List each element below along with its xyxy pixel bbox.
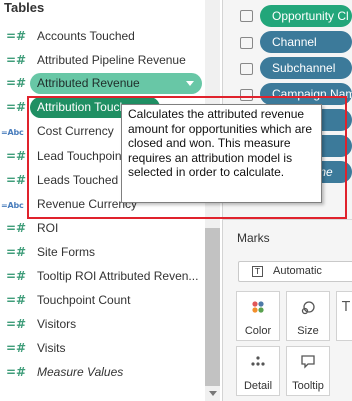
filter-item-icon xyxy=(240,37,253,49)
measure-icon: =# xyxy=(6,317,27,331)
field-attributed-revenue[interactable]: =# Attributed Revenue xyxy=(0,72,205,94)
filter-item-icon xyxy=(240,10,253,22)
field-label: Measure Values xyxy=(37,365,124,379)
chevron-down-icon[interactable] xyxy=(186,81,194,86)
field-attributed-pipeline-revenue[interactable]: =# Attributed Pipeline Revenue xyxy=(0,49,205,71)
filter-pill[interactable]: Channel xyxy=(260,31,352,53)
filter-item-icon xyxy=(240,63,253,75)
field-site-forms[interactable]: =# Site Forms xyxy=(0,241,205,263)
tooltip-button[interactable]: Tooltip xyxy=(286,346,330,396)
field-visits[interactable]: =# Visits xyxy=(0,337,205,359)
field-label: Visitors xyxy=(37,317,77,331)
measure-icon: =# xyxy=(6,149,27,163)
tooltip-icon xyxy=(287,355,329,373)
mark-type-value: Automatic xyxy=(273,265,322,277)
field-visitors[interactable]: =# Visitors xyxy=(0,313,205,335)
field-touchpoint-count[interactable]: =# Touchpoint Count xyxy=(0,289,205,311)
detail-button[interactable]: Detail xyxy=(236,346,280,396)
field-roi[interactable]: =# ROI xyxy=(0,217,205,239)
filter-item-icon xyxy=(240,89,253,101)
marks-card-title: Marks xyxy=(237,231,270,245)
tables-header: Tables xyxy=(4,0,45,15)
field-label: Site Forms xyxy=(37,245,96,259)
field-label: Attributed Pipeline Revenue xyxy=(37,53,186,67)
field-description-tooltip: Calculates the attributed revenue amount… xyxy=(121,104,322,203)
text-button[interactable]: T xyxy=(336,291,352,341)
field-label: Cost Currency xyxy=(37,124,114,138)
mark-type-dropdown[interactable]: T Automatic xyxy=(238,261,352,282)
measure-icon: =# xyxy=(6,221,27,235)
field-label: Lead Touchpoints xyxy=(37,149,131,163)
string-calc-icon: =Abc xyxy=(1,128,24,137)
filter-pill[interactable]: Opportunity Cl xyxy=(260,5,352,27)
detail-icon xyxy=(237,355,279,371)
filter-pill[interactable]: Subchannel xyxy=(260,57,352,79)
size-button[interactable]: Size xyxy=(286,291,330,341)
field-label: Attributed Revenue xyxy=(37,76,140,90)
measure-icon: =# xyxy=(6,245,27,259)
field-label: ROI xyxy=(37,221,59,235)
text-mark-icon: T xyxy=(252,266,263,277)
measure-icon: =# xyxy=(6,100,27,114)
measure-icon: =# xyxy=(6,29,27,43)
color-label: Color xyxy=(244,325,272,337)
detail-label: Detail xyxy=(243,380,273,392)
field-accounts-touched[interactable]: =# Accounts Touched xyxy=(0,25,205,47)
field-label: Accounts Touched xyxy=(37,29,135,43)
measure-icon: =# xyxy=(6,173,27,187)
color-button[interactable]: Color xyxy=(236,291,280,341)
field-tooltip-roi[interactable]: =# Tooltip ROI Attributed Reven... xyxy=(0,265,205,287)
measure-icon: =# xyxy=(6,269,27,283)
measure-icon: =# xyxy=(6,293,27,307)
field-label: Tooltip ROI Attributed Reven... xyxy=(37,269,199,283)
measure-icon: =# xyxy=(6,341,27,355)
scrollbar-thumb[interactable] xyxy=(205,228,220,386)
field-label: Leads Touched xyxy=(37,173,119,187)
filter-pill[interactable]: Campaign Nam xyxy=(260,83,352,105)
size-icon xyxy=(287,300,329,320)
field-label: Visits xyxy=(37,341,66,355)
field-pill-selected[interactable]: Attributed Revenue xyxy=(30,73,202,94)
measure-icon: =# xyxy=(6,53,27,67)
text-icon: T xyxy=(342,300,350,315)
field-measure-values[interactable]: =# Measure Values xyxy=(0,361,205,383)
scroll-down-button[interactable] xyxy=(205,386,220,401)
divider xyxy=(222,219,352,220)
tooltip-label: Tooltip xyxy=(292,380,324,392)
measure-icon: =# xyxy=(6,365,27,379)
color-icon xyxy=(237,300,279,318)
measure-icon: =# xyxy=(6,76,27,90)
size-label: Size xyxy=(297,325,319,337)
string-calc-icon: =Abc xyxy=(1,201,24,210)
field-label: Touchpoint Count xyxy=(37,293,131,307)
